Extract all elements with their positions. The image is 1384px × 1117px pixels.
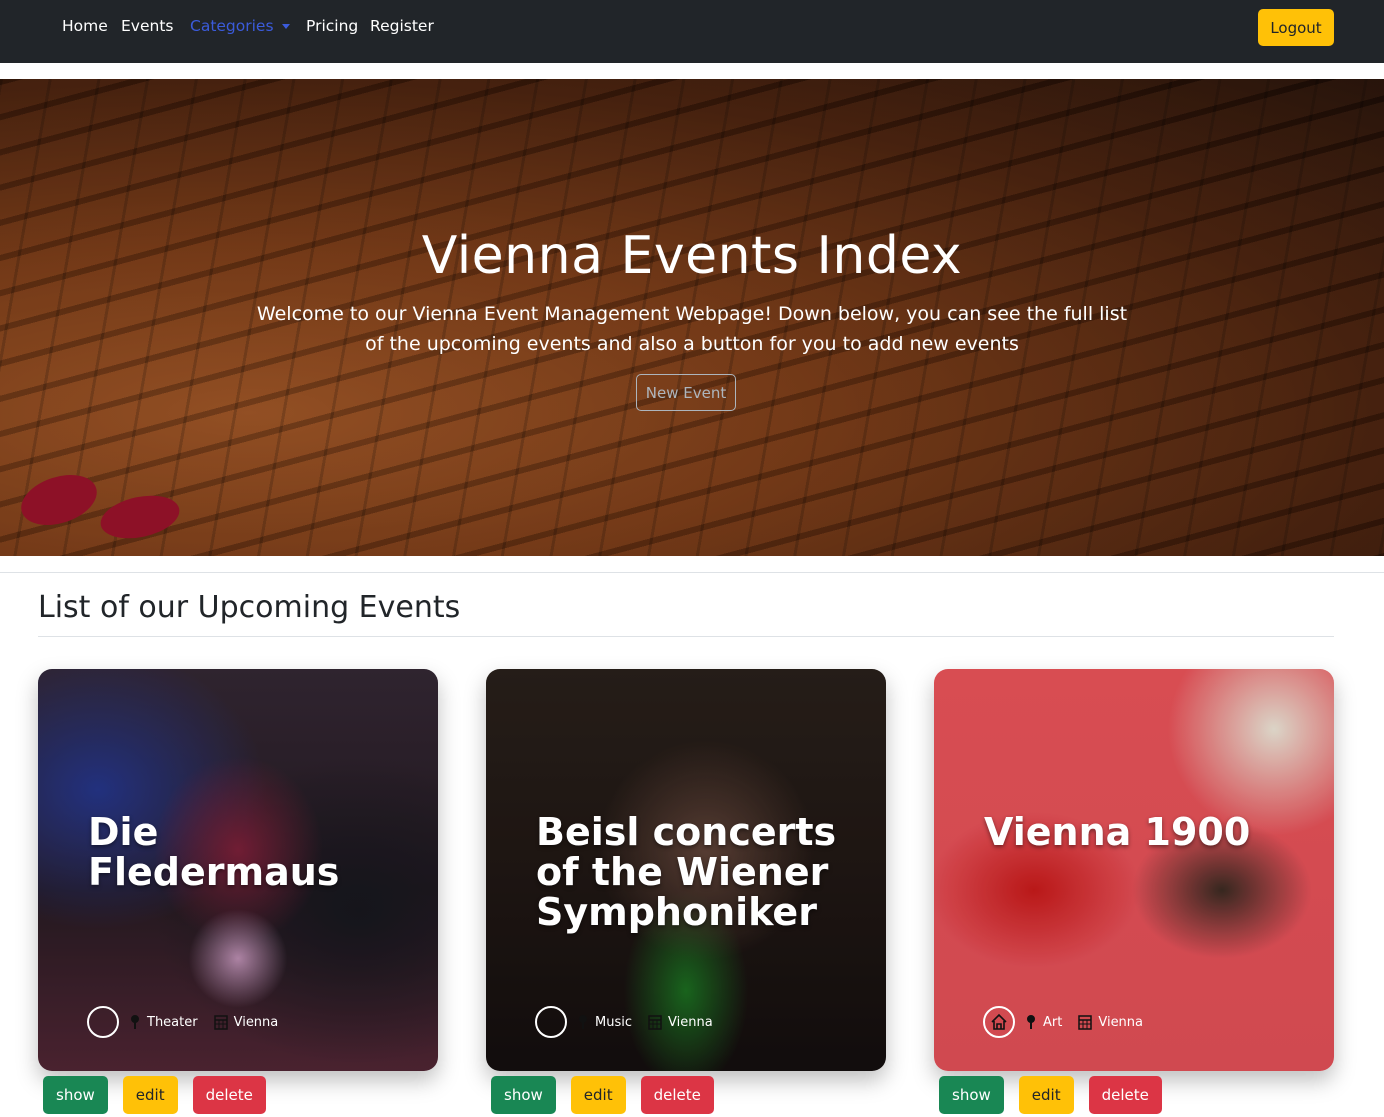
event-location: Vienna (1078, 1014, 1143, 1030)
event-location-label: Vienna (233, 1014, 279, 1030)
event-card[interactable]: Die Fledermaus Theater Vienna (38, 669, 438, 1071)
event-category: Music (577, 1014, 632, 1030)
new-event-button[interactable]: New Event (636, 374, 736, 411)
event-location: Vienna (648, 1014, 713, 1030)
house-glyph (991, 1013, 1007, 1030)
nav-events[interactable]: Events (121, 17, 173, 35)
hero-title: Vienna Events Index (421, 226, 963, 286)
show-button[interactable]: show (43, 1076, 108, 1114)
delete-button[interactable]: delete (192, 1076, 266, 1114)
event-category: Art (1025, 1014, 1062, 1030)
navbar: Home Events Categories Pricing Register … (0, 0, 1384, 63)
home-icon (983, 1006, 1015, 1038)
divider (38, 636, 1334, 637)
event-title: Beisl concerts of the Wiener Symphoniker (536, 810, 837, 934)
card-actions: show edit delete (43, 1076, 281, 1114)
event-meta: Music Vienna (535, 1006, 729, 1038)
event-category-label: Theater (147, 1014, 198, 1030)
pin-icon (579, 1015, 587, 1029)
event-location-label: Vienna (668, 1014, 713, 1030)
delete-button[interactable]: delete (640, 1076, 714, 1114)
event-title: Die Fledermaus (88, 810, 340, 894)
avatar (87, 1006, 119, 1038)
edit-button[interactable]: edit (122, 1076, 178, 1114)
hero-lead: Welcome to our Vienna Event Management W… (256, 303, 1128, 355)
divider (0, 572, 1384, 573)
edit-button[interactable]: edit (570, 1076, 626, 1114)
edit-button[interactable]: edit (1018, 1076, 1074, 1114)
pin-icon (1027, 1015, 1035, 1029)
nav-register[interactable]: Register (370, 17, 434, 35)
logout-button[interactable]: Logout (1258, 9, 1334, 46)
event-meta: Theater Vienna (87, 1006, 294, 1038)
nav-pricing[interactable]: Pricing (306, 17, 358, 35)
section-title: List of our Upcoming Events (38, 590, 461, 625)
event-title: Vienna 1900 (984, 810, 1251, 854)
calendar-icon (1078, 1015, 1093, 1030)
event-category-label: Music (595, 1014, 632, 1030)
event-meta: Art Vienna (983, 1006, 1159, 1038)
avatar (535, 1006, 567, 1038)
event-category: Theater (129, 1014, 198, 1030)
hero-banner: Vienna Events Index Welcome to our Vienn… (0, 79, 1384, 556)
show-button[interactable]: show (491, 1076, 556, 1114)
card-actions: show edit delete (939, 1076, 1177, 1114)
event-card[interactable]: Beisl concerts of the Wiener Symphoniker… (486, 669, 886, 1071)
chevron-down-icon (281, 24, 290, 29)
event-card[interactable]: Vienna 1900 Art Vienna (934, 669, 1334, 1071)
event-location: Vienna (213, 1014, 279, 1030)
delete-button[interactable]: delete (1088, 1076, 1162, 1114)
pin-icon (131, 1015, 139, 1029)
nav-categories-label: Categories (190, 17, 274, 35)
card-actions: show edit delete (491, 1076, 729, 1114)
event-category-label: Art (1043, 1014, 1063, 1030)
show-button[interactable]: show (939, 1076, 1004, 1114)
calendar-icon (213, 1015, 228, 1030)
nav-categories-dropdown[interactable]: Categories (190, 17, 290, 35)
calendar-icon (648, 1015, 662, 1030)
nav-home[interactable]: Home (62, 17, 108, 35)
event-location-label: Vienna (1098, 1014, 1144, 1030)
